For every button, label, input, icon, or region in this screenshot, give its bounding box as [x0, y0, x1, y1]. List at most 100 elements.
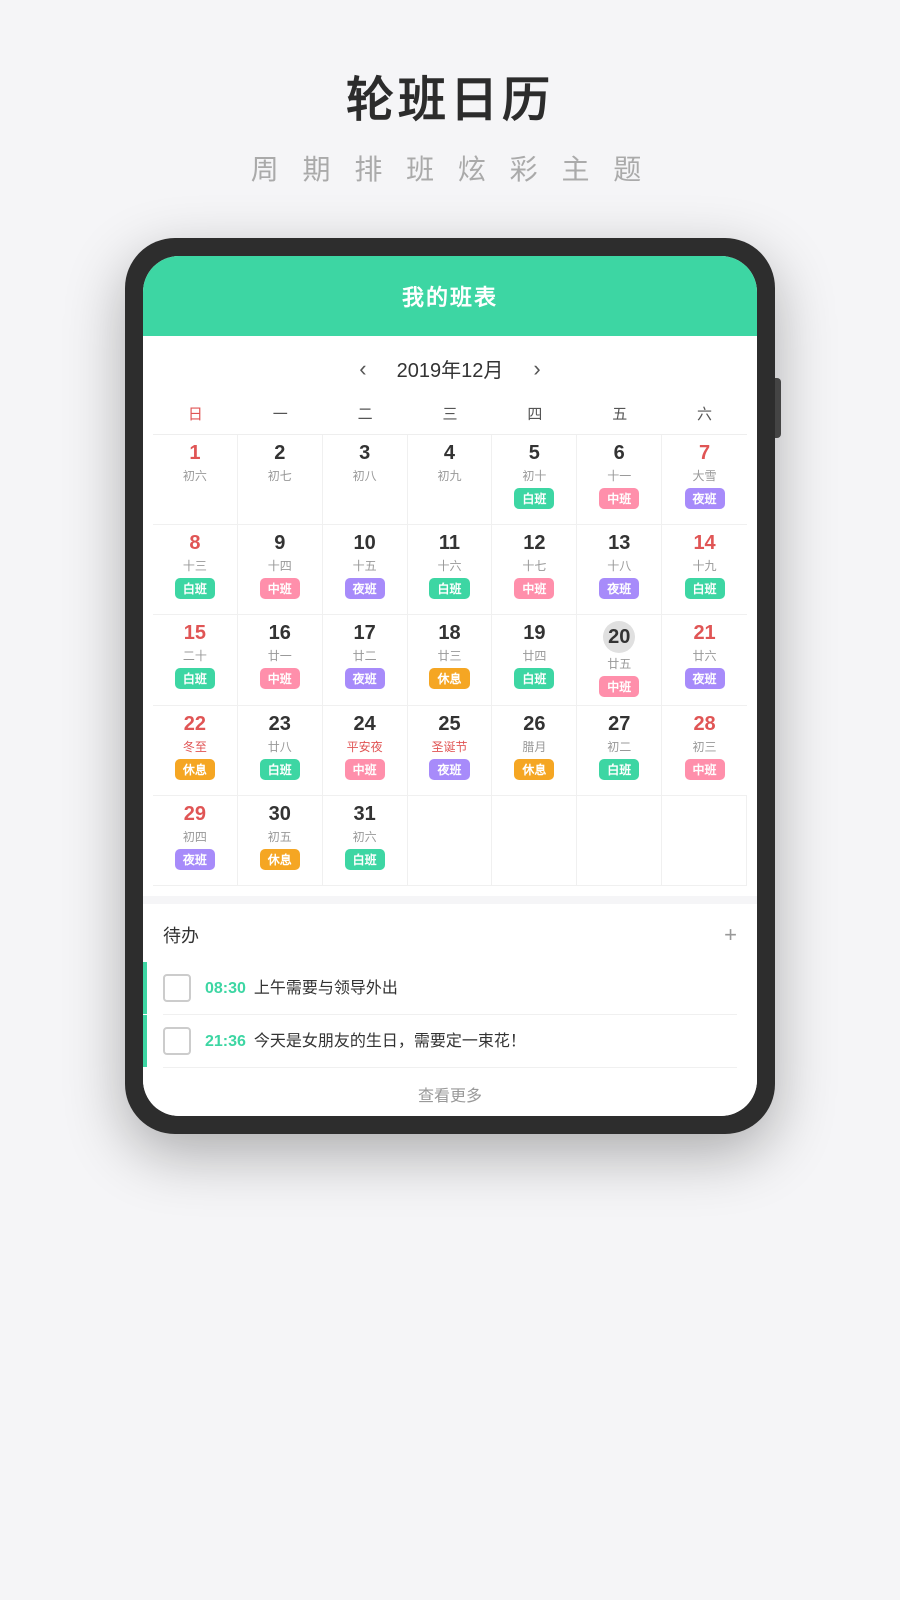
shift-badge: 白班: [599, 759, 639, 780]
calendar-day-5[interactable]: 5初十白班: [492, 435, 577, 525]
app-title: 我的班表: [402, 280, 498, 312]
todo-content: 21:36今天是女朋友的生日，需要定一束花！: [205, 1027, 737, 1051]
weekday-sat: 六: [662, 399, 747, 428]
todo-checkbox[interactable]: [163, 974, 191, 1002]
calendar-day-23[interactable]: 23 廿八白班: [238, 706, 323, 796]
calendar-day-17[interactable]: 17 廿二夜班: [323, 615, 408, 706]
calendar-day-21[interactable]: 21 廿六夜班: [662, 615, 747, 706]
shift-badge: 中班: [514, 578, 554, 599]
calendar-day-11[interactable]: 11十六白班: [408, 525, 493, 615]
day-number: 5: [529, 441, 540, 465]
calendar-day-20[interactable]: 20廿五中班: [577, 615, 662, 706]
day-number: 31: [354, 802, 376, 826]
lunar-text: 初三: [693, 738, 717, 755]
lunar-text: 廿八: [268, 738, 292, 755]
phone-screen: 我的班表 ‹ 2019年12月 › 日 一 二 三 四 五 六 1: [143, 256, 757, 1116]
day-number: 9: [274, 531, 285, 555]
weekday-sun: 日: [153, 399, 238, 428]
lunar-text: 初七: [268, 467, 292, 484]
todo-header: 待办 +: [163, 922, 737, 948]
lunar-text: 廿四: [522, 647, 546, 664]
lunar-text: 大雪: [693, 467, 717, 484]
todo-time: 21:36: [205, 1033, 246, 1050]
lunar-text: 十六: [437, 557, 461, 574]
calendar-day-14[interactable]: 14十九白班: [662, 525, 747, 615]
todo-more[interactable]: 查看更多: [163, 1068, 737, 1116]
day-number: 14: [693, 531, 715, 555]
day-number: 15: [184, 621, 206, 645]
lunar-text: 廿三: [437, 647, 461, 664]
day-number: 23: [269, 712, 291, 736]
lunar-text: 初五: [268, 828, 292, 845]
todo-content: 08:30上午需要与领导外出: [205, 974, 737, 998]
shift-badge: 夜班: [685, 668, 725, 689]
day-number: 17: [354, 621, 376, 645]
calendar-day-4[interactable]: 4初九: [408, 435, 493, 525]
calendar-day-25[interactable]: 25圣诞节夜班: [408, 706, 493, 796]
shift-badge: 休息: [175, 759, 215, 780]
next-month-button[interactable]: ›: [523, 356, 550, 382]
lunar-text: 廿二: [353, 647, 377, 664]
prev-month-button[interactable]: ‹: [349, 356, 376, 382]
lunar-text: 十四: [268, 557, 292, 574]
todo-checkbox[interactable]: [163, 1027, 191, 1055]
calendar-day-1[interactable]: 1初六: [153, 435, 238, 525]
lunar-text: 廿六: [693, 647, 717, 664]
day-number: 26: [523, 712, 545, 736]
calendar-day-28[interactable]: 28初三中班: [662, 706, 747, 796]
day-number: 21: [693, 621, 715, 645]
calendar-day-27[interactable]: 27初二白班: [577, 706, 662, 796]
weekday-row: 日 一 二 三 四 五 六: [153, 393, 747, 435]
weekday-mon: 一: [238, 399, 323, 428]
day-number: 8: [189, 531, 200, 555]
shift-badge: 休息: [429, 668, 469, 689]
day-number: 24: [354, 712, 376, 736]
day-number: 11: [439, 531, 460, 555]
shift-badge: 白班: [514, 488, 554, 509]
calendar-day-18[interactable]: 18廿三休息: [408, 615, 493, 706]
shift-badge: 白班: [260, 759, 300, 780]
shift-badge: 夜班: [429, 759, 469, 780]
calendar-day-16[interactable]: 16廿一中班: [238, 615, 323, 706]
calendar-day-30[interactable]: 30初五休息: [238, 796, 323, 886]
todo-text: 上午需要与领导外出: [254, 980, 398, 997]
lunar-text: 圣诞节: [431, 738, 467, 755]
todo-list: 08:30上午需要与领导外出 21:36今天是女朋友的生日，需要定一束花！: [163, 962, 737, 1068]
shift-badge: 白班: [685, 578, 725, 599]
calendar-day-8[interactable]: 8十三白班: [153, 525, 238, 615]
calendar-day-7[interactable]: 7大雪夜班: [662, 435, 747, 525]
calendar-day-15[interactable]: 15二十白班: [153, 615, 238, 706]
lunar-text: 廿一: [268, 647, 292, 664]
calendar-day-13[interactable]: 13十八夜班: [577, 525, 662, 615]
lunar-text: 初四: [183, 828, 207, 845]
day-number: 1: [189, 441, 200, 465]
calendar-day-10[interactable]: 10十五夜班: [323, 525, 408, 615]
calendar-day-2[interactable]: 2初七: [238, 435, 323, 525]
calendar-day-12[interactable]: 12十七中班: [492, 525, 577, 615]
todo-item-0[interactable]: 08:30上午需要与领导外出: [163, 962, 737, 1015]
shift-badge: 夜班: [345, 668, 385, 689]
calendar-day-3[interactable]: 3初八: [323, 435, 408, 525]
calendar-day-24[interactable]: 24平安夜中班: [323, 706, 408, 796]
calendar-day-9[interactable]: 9十四中班: [238, 525, 323, 615]
weekday-tue: 二: [323, 399, 408, 428]
page-title: 轮班日历: [346, 60, 554, 130]
calendar-grid: 1初六2初七3初八4初九5初十白班6十一中班7大雪夜班 8十三白班 9 十四中班 10十…: [153, 435, 747, 886]
calendar-day-22[interactable]: 22冬至休息: [153, 706, 238, 796]
todo-add-button[interactable]: +: [724, 922, 737, 948]
lunar-text: 十一: [607, 467, 631, 484]
month-nav: ‹ 2019年12月 ›: [153, 336, 747, 393]
day-number: 28: [693, 712, 715, 736]
calendar-day-19[interactable]: 19廿四白班: [492, 615, 577, 706]
todo-item-1[interactable]: 21:36今天是女朋友的生日，需要定一束花！: [163, 1015, 737, 1068]
calendar-day-31[interactable]: 31初六白班: [323, 796, 408, 886]
day-number: 22: [184, 712, 206, 736]
calendar-day-29[interactable]: 29初四夜班: [153, 796, 238, 886]
lunar-text: 初二: [607, 738, 631, 755]
shift-badge: 中班: [260, 668, 300, 689]
calendar-day-26[interactable]: 26腊月休息: [492, 706, 577, 796]
calendar-day-6[interactable]: 6十一中班: [577, 435, 662, 525]
lunar-text: 十八: [607, 557, 631, 574]
lunar-text: 初九: [437, 467, 461, 484]
todo-title: 待办: [163, 922, 199, 948]
